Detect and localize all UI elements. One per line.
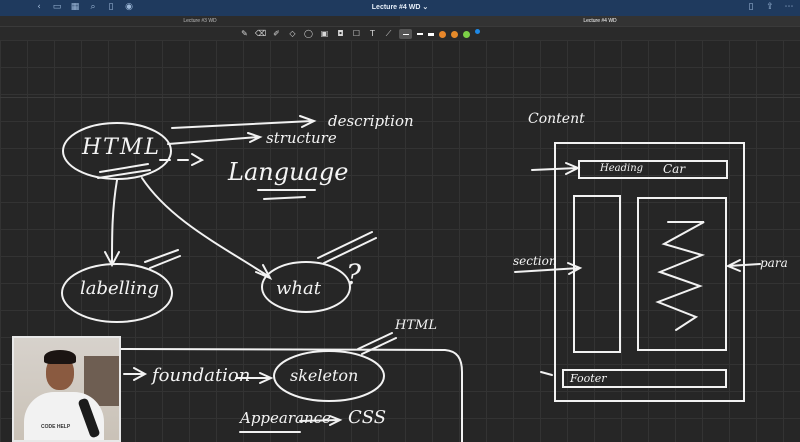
note-foundation: foundation xyxy=(152,365,251,386)
arrow-foundation xyxy=(123,367,148,381)
note-html-2: HTML xyxy=(395,318,437,333)
note-para: para xyxy=(760,256,788,270)
note-question-mark: ? xyxy=(346,258,362,291)
arrow-labelling xyxy=(104,179,120,268)
skeleton-frame xyxy=(119,348,463,442)
note-heading: Heading xyxy=(600,163,644,174)
webcam-presenter-hair xyxy=(44,350,76,364)
note-html: HTML xyxy=(82,135,161,160)
note-language: Language xyxy=(228,158,349,186)
note-content: Content xyxy=(528,111,585,127)
arrow-description xyxy=(171,115,317,129)
webcam-brand-logo: CODE HELP xyxy=(41,424,71,430)
arrow-footer xyxy=(540,371,553,376)
section-box xyxy=(573,195,621,353)
note-car: Car xyxy=(663,162,686,176)
note-footer: Footer xyxy=(570,372,607,385)
webpage-box xyxy=(554,142,745,402)
note-labelling: labelling xyxy=(80,278,160,299)
note-section: section xyxy=(513,254,557,268)
labelling-tick xyxy=(144,249,181,269)
language-underline xyxy=(257,189,316,200)
note-description: description xyxy=(328,112,414,130)
note-skeleton: skeleton xyxy=(290,366,359,385)
arrow-structure xyxy=(167,132,263,145)
skeleton-tick xyxy=(357,332,397,355)
note-appearance: Appearance xyxy=(240,409,331,427)
note-structure: structure xyxy=(266,129,337,147)
para-zigzag xyxy=(655,221,706,331)
webcam-overlay[interactable]: CODE HELP xyxy=(12,336,121,442)
note-what: what xyxy=(276,278,321,299)
note-css: CSS xyxy=(348,407,387,428)
